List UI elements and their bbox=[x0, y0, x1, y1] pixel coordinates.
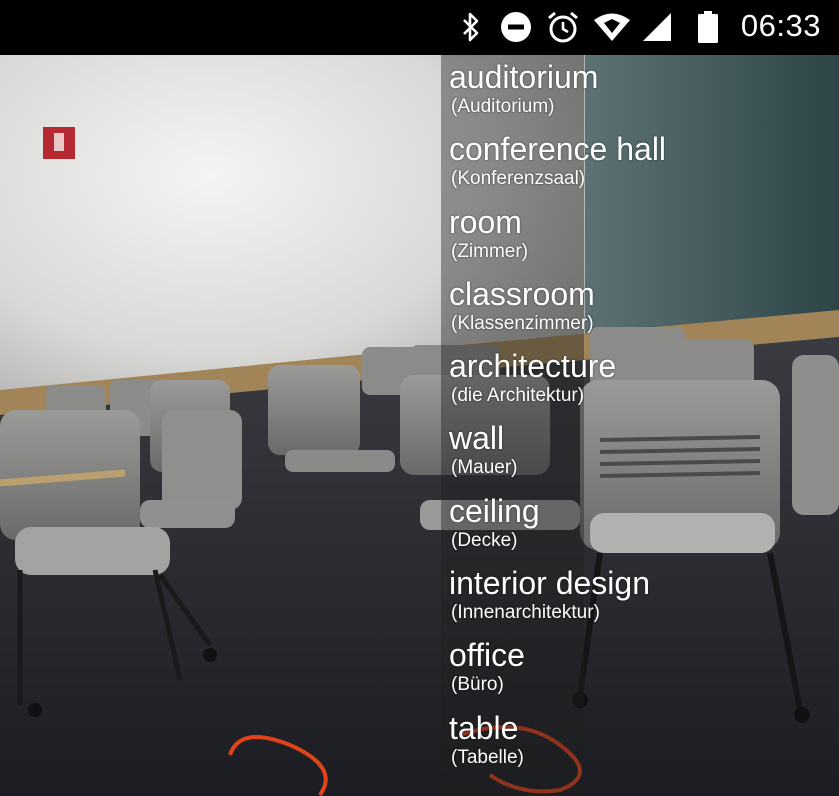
label-translation: (Mauer) bbox=[451, 457, 518, 479]
battery-icon bbox=[694, 10, 722, 44]
label-translation: (Innenarchitektur) bbox=[451, 602, 600, 624]
label-item[interactable]: conference hall (Konferenzsaal) bbox=[449, 131, 666, 203]
label-term: interior design bbox=[449, 565, 650, 602]
label-translation: (Büro) bbox=[451, 674, 504, 696]
label-item[interactable]: office (Büro) bbox=[449, 637, 666, 709]
bluetooth-icon bbox=[458, 10, 484, 44]
label-term: office bbox=[449, 637, 525, 674]
label-item[interactable]: interior design (Innenarchitektur) bbox=[449, 565, 666, 637]
image-labels-list: auditorium (Auditorium) conference hall … bbox=[449, 59, 666, 782]
label-item[interactable]: wall (Mauer) bbox=[449, 420, 666, 492]
label-translation: (Zimmer) bbox=[451, 240, 529, 262]
label-term: ceiling bbox=[449, 492, 540, 529]
label-translation: (Klassenzimmer) bbox=[451, 312, 594, 334]
label-item[interactable]: auditorium (Auditorium) bbox=[449, 59, 666, 131]
label-item[interactable]: table (Tabelle) bbox=[449, 710, 666, 782]
cell-signal-icon bbox=[640, 10, 674, 44]
label-translation: (die Architektur) bbox=[451, 385, 585, 407]
label-term: wall bbox=[449, 420, 505, 457]
label-translation: (Auditorium) bbox=[451, 96, 555, 117]
alarm-icon bbox=[545, 10, 581, 44]
status-time: 06:33 bbox=[740, 8, 821, 43]
label-translation: (Decke) bbox=[451, 529, 518, 551]
camera-view bbox=[0, 55, 839, 796]
label-term: classroom bbox=[449, 275, 595, 312]
label-term: table bbox=[449, 709, 519, 746]
label-item[interactable]: classroom (Klassenzimmer) bbox=[449, 276, 666, 348]
label-translation: (Konferenzsaal) bbox=[451, 168, 586, 190]
label-term: conference hall bbox=[449, 131, 667, 168]
wifi-icon bbox=[592, 10, 632, 44]
label-item[interactable]: architecture (die Architektur) bbox=[449, 348, 666, 420]
label-translation: (Tabelle) bbox=[451, 746, 524, 768]
label-term: auditorium bbox=[449, 59, 599, 95]
label-item[interactable]: ceiling (Decke) bbox=[449, 493, 666, 565]
label-term: room bbox=[449, 203, 522, 240]
do-not-disturb-icon bbox=[498, 10, 534, 44]
status-bar: 06:33 bbox=[0, 0, 839, 55]
label-term: architecture bbox=[449, 348, 617, 385]
label-item[interactable]: room (Zimmer) bbox=[449, 204, 666, 276]
